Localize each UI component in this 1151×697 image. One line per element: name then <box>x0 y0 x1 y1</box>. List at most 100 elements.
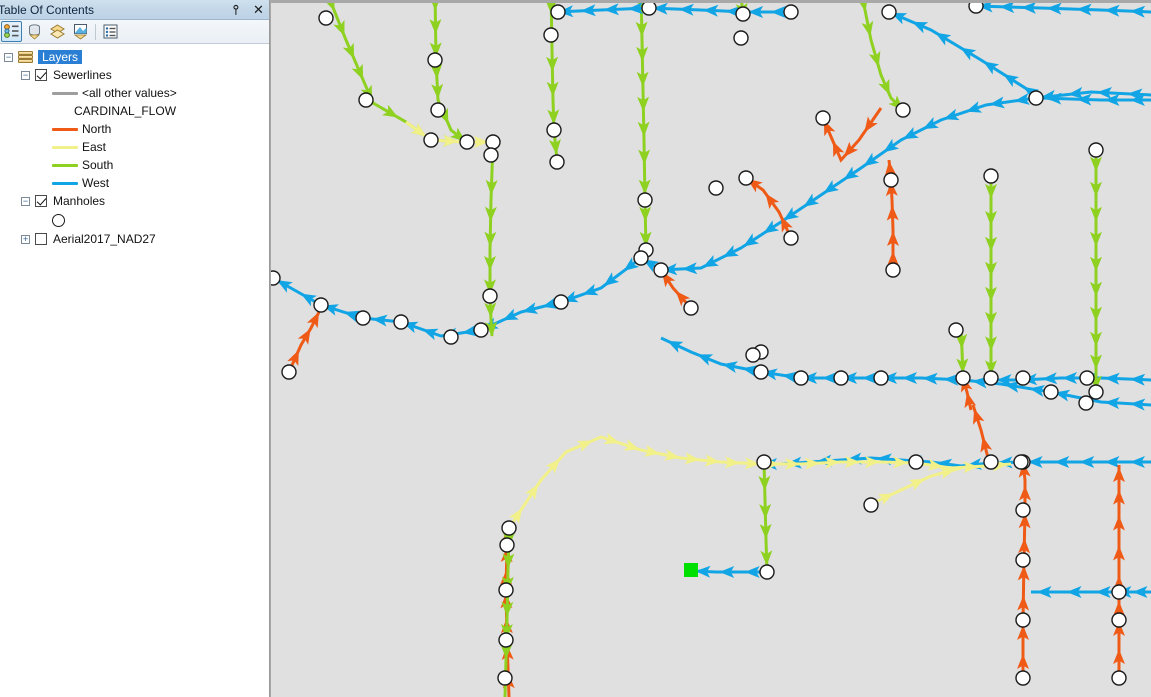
manhole-point[interactable] <box>313 297 329 313</box>
sewerline-west[interactable] <box>888 10 1151 102</box>
manhole-point[interactable] <box>423 132 439 148</box>
tree-item-layers[interactable]: − Layers <box>0 48 269 66</box>
manhole-point[interactable] <box>550 4 566 20</box>
manhole-point[interactable] <box>783 4 799 20</box>
manhole-point[interactable] <box>908 454 924 470</box>
manhole-point[interactable] <box>955 370 971 386</box>
checkbox-aerial2017[interactable] <box>35 233 47 245</box>
manhole-point[interactable] <box>1015 612 1031 628</box>
manhole-point[interactable] <box>885 262 901 278</box>
manhole-point[interactable] <box>733 30 749 46</box>
manhole-point[interactable] <box>895 102 911 118</box>
manhole-point[interactable] <box>482 288 498 304</box>
legend-item-south[interactable]: South <box>0 156 269 174</box>
legend-item-north[interactable]: North <box>0 120 269 138</box>
manhole-point[interactable] <box>683 300 699 316</box>
manhole-point[interactable] <box>358 92 374 108</box>
expander-manholes[interactable]: − <box>21 196 30 206</box>
manhole-point[interactable] <box>633 250 649 266</box>
list-by-source-button[interactable] <box>24 21 45 42</box>
manhole-point[interactable] <box>883 172 899 188</box>
manhole-point[interactable] <box>1028 90 1044 106</box>
manhole-point[interactable] <box>863 497 879 513</box>
manhole-point[interactable] <box>499 537 515 553</box>
manhole-point[interactable] <box>1015 370 1031 386</box>
manhole-point[interactable] <box>641 3 657 16</box>
list-by-visibility-button[interactable] <box>47 21 68 42</box>
manhole-point[interactable] <box>881 4 897 20</box>
checkbox-sewerlines[interactable] <box>35 69 47 81</box>
manhole-point[interactable] <box>1088 384 1104 400</box>
tree-item-aerial2017[interactable]: + Aerial2017_NAD27 <box>0 230 269 248</box>
tree-item-sewerlines[interactable]: − Sewerlines <box>0 66 269 84</box>
manhole-point[interactable] <box>1015 502 1031 518</box>
manhole-point[interactable] <box>498 582 514 598</box>
manhole-point[interactable] <box>318 10 334 26</box>
manhole-point[interactable] <box>546 122 562 138</box>
manhole-point[interactable] <box>637 192 653 208</box>
manhole-point[interactable] <box>948 322 964 338</box>
manhole-point[interactable] <box>1111 584 1127 600</box>
manhole-point[interactable] <box>653 262 669 278</box>
legend-item-all-other-values[interactable]: <all other values> <box>0 84 269 102</box>
manhole-point[interactable] <box>1078 395 1094 411</box>
manhole-point[interactable] <box>783 230 799 246</box>
manhole-point[interactable] <box>815 110 831 126</box>
checkbox-manholes[interactable] <box>35 195 47 207</box>
manhole-point[interactable] <box>873 370 889 386</box>
manhole-point[interactable] <box>983 454 999 470</box>
manhole-point[interactable] <box>443 329 459 345</box>
manhole-point[interactable] <box>1015 670 1031 686</box>
manhole-point[interactable] <box>271 270 281 286</box>
manhole-point[interactable] <box>427 52 443 68</box>
manhole-point[interactable] <box>497 670 513 686</box>
manhole-point[interactable] <box>430 102 446 118</box>
sewerline-south[interactable] <box>326 3 467 144</box>
legend-item-west[interactable]: West <box>0 174 269 192</box>
manhole-point[interactable] <box>753 364 769 380</box>
options-button[interactable] <box>100 21 121 42</box>
manhole-point[interactable] <box>473 322 489 338</box>
manhole-point[interactable] <box>1088 142 1104 158</box>
manhole-point[interactable] <box>759 564 775 580</box>
expander-sewerlines[interactable]: − <box>21 70 30 80</box>
legend-item-east[interactable]: East <box>0 138 269 156</box>
manhole-point[interactable] <box>1111 612 1127 628</box>
manhole-point[interactable] <box>501 520 517 536</box>
map-canvas[interactable] <box>271 3 1151 697</box>
manhole-point[interactable] <box>735 6 751 22</box>
manhole-point[interactable] <box>756 454 772 470</box>
selected-feature-marker[interactable] <box>684 563 698 577</box>
sewerline-east[interactable] <box>507 435 762 529</box>
manhole-point[interactable] <box>1111 670 1127 686</box>
manhole-point[interactable] <box>553 294 569 310</box>
manhole-point[interactable] <box>355 310 371 326</box>
expander-layers[interactable]: − <box>4 52 13 62</box>
manhole-point[interactable] <box>1015 552 1031 568</box>
manhole-point[interactable] <box>1013 454 1029 470</box>
manhole-point[interactable] <box>543 27 559 43</box>
manhole-point[interactable] <box>833 370 849 386</box>
manhole-point[interactable] <box>983 168 999 184</box>
manhole-point[interactable] <box>708 180 724 196</box>
legend-item-manhole-symbol[interactable] <box>0 210 269 230</box>
tree-item-manholes[interactable]: − Manholes <box>0 192 269 210</box>
manhole-point[interactable] <box>738 170 754 186</box>
manhole-point[interactable] <box>1043 384 1059 400</box>
sewerline-south[interactable] <box>861 3 905 112</box>
manhole-point[interactable] <box>983 370 999 386</box>
pin-icon[interactable]: ⫯ <box>233 2 245 17</box>
manhole-point[interactable] <box>549 154 565 170</box>
expander-aerial2017[interactable]: + <box>21 234 30 244</box>
manhole-point[interactable] <box>793 370 809 386</box>
manhole-point[interactable] <box>485 134 501 150</box>
close-icon[interactable]: ✕ <box>253 2 265 17</box>
manhole-point[interactable] <box>745 347 761 363</box>
manhole-point[interactable] <box>483 147 499 163</box>
manhole-point[interactable] <box>498 632 514 648</box>
manhole-point[interactable] <box>1079 370 1095 386</box>
sewerline-south[interactable] <box>433 3 467 144</box>
manhole-point[interactable] <box>459 134 475 150</box>
map-view[interactable] <box>270 0 1151 697</box>
manhole-point[interactable] <box>281 364 297 380</box>
